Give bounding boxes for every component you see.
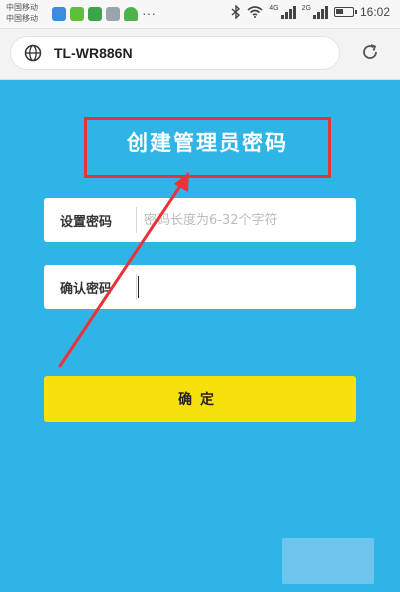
browser-toolbar: TL-WR886N bbox=[0, 29, 400, 80]
url-text: TL-WR886N bbox=[54, 45, 133, 61]
network-2g-label: 2G bbox=[301, 5, 311, 12]
password-label: 设置密码 bbox=[60, 215, 113, 230]
more-notifications-icon: ··· bbox=[142, 5, 156, 21]
globe-icon bbox=[24, 44, 42, 62]
wechat-icon bbox=[70, 7, 84, 21]
password-row: 设置密码 bbox=[44, 198, 356, 242]
wifi-icon bbox=[247, 6, 263, 18]
carrier-label-2: 中国移动 bbox=[6, 14, 38, 23]
refresh-icon[interactable] bbox=[360, 42, 380, 62]
battery-icon bbox=[333, 7, 357, 17]
address-bar[interactable]: TL-WR886N bbox=[10, 36, 340, 70]
carrier-label-1: 中国移动 bbox=[6, 3, 38, 12]
carrier-info: 中国移动 中国移动 bbox=[6, 2, 38, 24]
submit-button[interactable]: 确定 bbox=[44, 376, 356, 422]
watermark-patch bbox=[282, 538, 374, 584]
confirm-password-row: 确认密码 bbox=[44, 265, 356, 309]
battery-level bbox=[335, 9, 343, 14]
confirm-password-input[interactable] bbox=[140, 271, 356, 303]
signal-4g: 4G bbox=[269, 5, 296, 19]
status-bar: 中国移动 中国移动 ··· 4G 2G 16:02 bbox=[0, 0, 400, 29]
signal-strength-icon bbox=[312, 5, 328, 19]
field-divider bbox=[136, 274, 137, 300]
app-notification-icon bbox=[52, 7, 66, 21]
signal-2g: 2G bbox=[302, 5, 328, 19]
highlight-box bbox=[84, 117, 331, 178]
system-status: 4G 2G 16:02 bbox=[231, 5, 390, 19]
network-4g-label: 4G bbox=[269, 5, 279, 12]
security-shield-icon bbox=[124, 7, 138, 21]
signal-strength-icon bbox=[280, 5, 296, 19]
messaging-icon bbox=[88, 7, 102, 21]
confirm-password-label: 确认密码 bbox=[60, 282, 113, 297]
gallery-icon bbox=[106, 7, 120, 21]
text-cursor bbox=[138, 276, 139, 298]
password-input[interactable] bbox=[140, 204, 356, 236]
clock: 16:02 bbox=[359, 5, 390, 19]
notification-icons: ··· bbox=[52, 5, 156, 21]
field-divider bbox=[136, 207, 137, 233]
bluetooth-icon bbox=[231, 5, 241, 19]
